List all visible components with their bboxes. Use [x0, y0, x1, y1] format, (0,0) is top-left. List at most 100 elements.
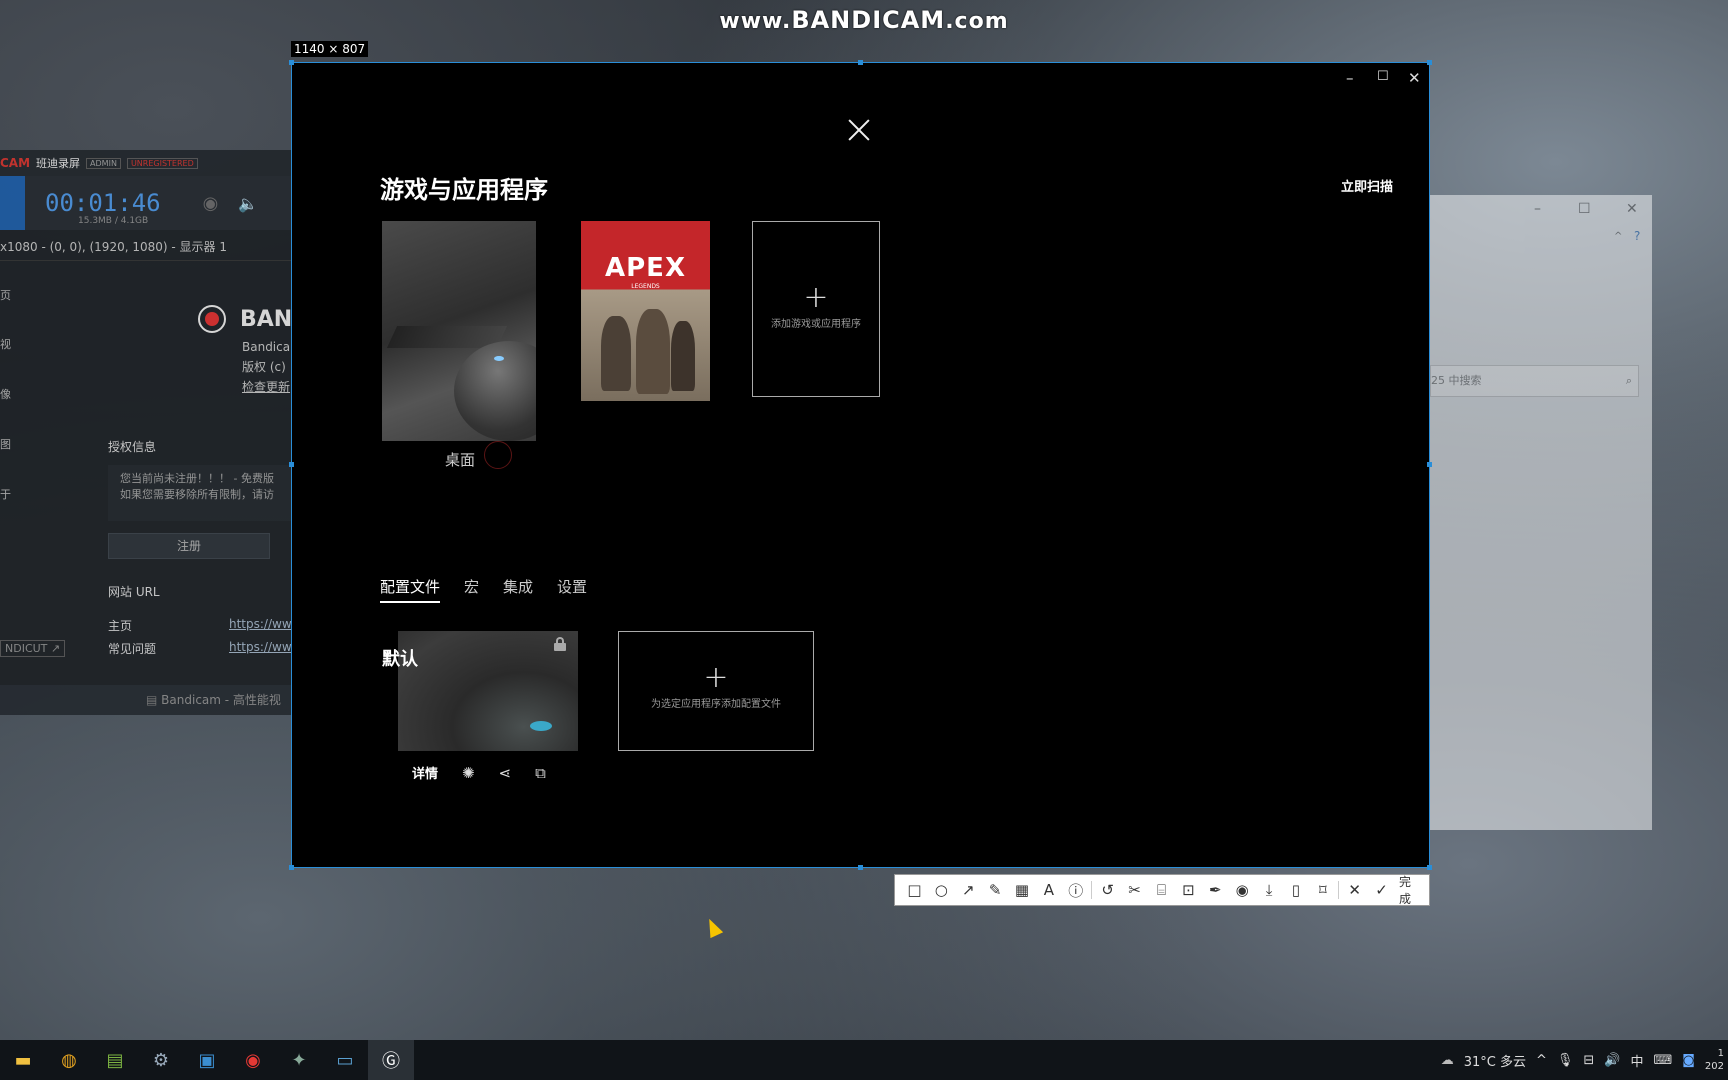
notes-icon[interactable]: ▤ — [92, 1040, 138, 1080]
arrow-icon[interactable]: ↗ — [955, 881, 982, 899]
bandicam-logo: CAM — [0, 156, 31, 170]
maximize-icon[interactable]: ☐ — [1377, 69, 1389, 84]
add-profile-tile[interactable]: + 为选定应用程序添加配置文件 — [618, 631, 814, 751]
details-button[interactable]: 详情 — [412, 763, 438, 782]
file-explorer-icon[interactable]: ▬ — [0, 1040, 46, 1080]
system-tray: ☁ 31°C 多云 ^ 🎙 ⊟ 🔊 中 ⌨ ◙ 1 202 — [1441, 1040, 1728, 1080]
resize-handle-tr[interactable] — [1427, 60, 1432, 65]
number-icon[interactable]: ⓘ — [1062, 880, 1089, 901]
ime-indicator[interactable]: 中 — [1631, 1051, 1644, 1070]
pencil-icon[interactable]: ✎ — [982, 881, 1009, 899]
explorer-collapse-icon[interactable]: ^ — [1614, 231, 1622, 242]
unregistered-badge: UNREGISTERED — [126, 157, 198, 169]
plus-icon: + — [803, 280, 829, 315]
steam-icon[interactable]: ⚙ — [138, 1040, 184, 1080]
ocr-icon[interactable]: ⊡ — [1175, 881, 1202, 899]
game-tile-desktop[interactable] — [382, 221, 536, 441]
bandicam-watermark: www.BANDICAM.com — [719, 6, 1009, 34]
webcam-icon[interactable]: ◉ — [203, 193, 219, 214]
resize-handle-b[interactable] — [858, 865, 863, 870]
chat-icon: ▤ — [146, 693, 158, 707]
undo-icon[interactable]: ↺ — [1094, 881, 1121, 899]
scissors-icon[interactable]: ✂ — [1121, 881, 1148, 899]
explorer-close-icon[interactable]: ✕ — [1626, 201, 1638, 217]
sidebar-item-image[interactable]: 像 — [0, 386, 11, 402]
resize-handle-r[interactable] — [1427, 462, 1432, 467]
resize-handle-tl[interactable] — [289, 60, 294, 65]
check-icon[interactable]: ✓ — [1368, 881, 1395, 899]
app-tray-icon[interactable]: ◙ — [1682, 1053, 1695, 1068]
profile-card-default[interactable] — [398, 631, 578, 751]
ellipse-icon[interactable]: ○ — [928, 881, 955, 899]
chrome-icon[interactable]: ◍ — [46, 1040, 92, 1080]
scan-now-button[interactable]: 立即扫描 — [1341, 176, 1393, 195]
game-caption-desktop: 桌面 — [445, 451, 476, 469]
explorer-window: – ☐ ✕ ^ ? 25 中搜索 ⌕ — [1430, 195, 1652, 830]
mode-dropdown[interactable] — [0, 176, 25, 230]
resize-handle-br[interactable] — [1427, 865, 1432, 870]
game-tile-apex[interactable]: APEX LEGENDS — [581, 221, 710, 401]
window-app-icon[interactable]: ▭ — [322, 1040, 368, 1080]
close-window-icon[interactable]: ✕ — [1408, 69, 1421, 87]
games-apps-window: – ☐ ✕ 游戏与应用程序 立即扫描 桌面 APEX LEGENDS + 添加游… — [289, 60, 1432, 870]
explorer-search-input[interactable]: 25 中搜索 ⌕ — [1430, 365, 1639, 397]
clock[interactable]: 1 202 — [1705, 1047, 1724, 1073]
close-icon[interactable] — [847, 118, 871, 142]
record-icon[interactable]: ◉ — [1229, 881, 1256, 899]
translate-icon[interactable]: ⌸ — [1148, 881, 1175, 899]
about-version: Bandica — [242, 340, 291, 354]
text-icon[interactable]: A — [1035, 881, 1062, 899]
bandicut-button[interactable]: NDICUT ↗ — [0, 640, 66, 657]
explorer-minimize-icon[interactable]: – — [1534, 201, 1541, 217]
sidebar-item-home[interactable]: 页 — [0, 287, 11, 303]
weather-text[interactable]: 31°C 多云 — [1464, 1051, 1526, 1070]
share-icon[interactable]: ⋖ — [499, 764, 512, 782]
resize-handle-bl[interactable] — [289, 865, 294, 870]
add-game-tile[interactable]: + 添加游戏或应用程序 — [752, 221, 880, 397]
minimize-icon[interactable]: – — [1346, 69, 1354, 87]
sidebar-item-output[interactable]: 图 — [0, 436, 11, 452]
tab-macros[interactable]: 宏 — [464, 576, 479, 603]
tab-profiles[interactable]: 配置文件 — [380, 576, 441, 603]
tab-settings[interactable]: 设置 — [557, 576, 587, 603]
download-icon[interactable]: ⤓ — [1256, 881, 1283, 899]
app-blue-icon[interactable]: ▣ — [184, 1040, 230, 1080]
show-hidden-icon[interactable]: ^ — [1536, 1053, 1547, 1068]
duplicate-icon[interactable]: ⧉ — [535, 764, 546, 782]
rectangle-icon[interactable]: □ — [901, 881, 928, 899]
tab-integrations[interactable]: 集成 — [503, 576, 533, 603]
ghub-icon[interactable]: Ⓖ — [368, 1040, 414, 1080]
phone-icon[interactable]: ▯ — [1282, 881, 1309, 899]
network-icon[interactable]: ⊟ — [1583, 1053, 1594, 1068]
check-update-link[interactable]: 检查更新 — [242, 378, 290, 395]
sidebar-item-video[interactable]: 视 — [0, 336, 11, 352]
cancel-icon[interactable]: ✕ — [1341, 881, 1368, 899]
activate-icon[interactable]: ✺ — [462, 764, 475, 782]
microphone-icon[interactable]: 🎙 — [1557, 1053, 1574, 1068]
keyboard-icon[interactable]: ⌨ — [1654, 1053, 1673, 1068]
url-home-label: 主页 — [108, 619, 133, 633]
done-button[interactable]: 完成 — [1399, 873, 1423, 907]
url-faq-link[interactable]: https://ww — [229, 640, 292, 654]
bookmark-icon[interactable]: ⌑ — [1309, 881, 1336, 899]
help-icon[interactable]: ? — [1634, 229, 1640, 243]
add-game-label: 添加游戏或应用程序 — [771, 319, 861, 330]
game-icon[interactable]: ✦ — [276, 1040, 322, 1080]
explorer-maximize-icon[interactable]: ☐ — [1578, 201, 1591, 217]
resize-handle-t[interactable] — [858, 60, 863, 65]
volume-icon[interactable]: 🔊 — [1604, 1053, 1620, 1068]
register-button[interactable]: 注册 — [108, 533, 270, 559]
url-faq-label: 常见问题 — [108, 642, 157, 656]
url-home-link[interactable]: https://ww — [229, 617, 292, 631]
mosaic-icon[interactable]: ▦ — [1009, 881, 1036, 899]
search-icon: ⌕ — [1625, 374, 1632, 387]
bandicam-window: CAM 班迪录屏 ADMIN UNREGISTERED 00:01:46 ◉ 🔈… — [0, 150, 298, 715]
click-ring-indicator — [484, 441, 512, 469]
sidebar-item-about[interactable]: 于 — [0, 486, 11, 502]
profile-title: 默认 — [382, 649, 418, 670]
bandicam-taskbar-icon[interactable]: ◉ — [230, 1040, 276, 1080]
pin-icon[interactable]: ✒ — [1202, 881, 1229, 899]
speaker-icon[interactable]: 🔈 — [238, 194, 258, 213]
resize-handle-l[interactable] — [289, 462, 294, 467]
mouse-cursor-icon — [702, 915, 724, 939]
